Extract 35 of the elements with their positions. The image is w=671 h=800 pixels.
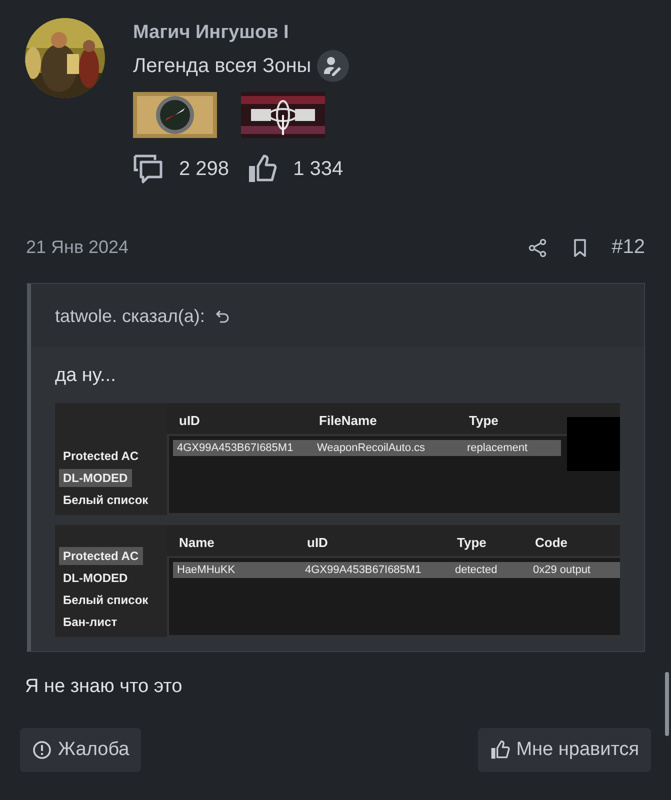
message-count: 2 298 [179, 158, 230, 180]
column-header: Type [457, 535, 488, 550]
menu-item[interactable]: Protected AC [59, 447, 143, 465]
column-header: uID [307, 535, 329, 550]
menu-item[interactable]: Белый список [59, 591, 152, 609]
thumbs-up-icon [247, 154, 278, 184]
share-icon[interactable] [528, 238, 548, 258]
column-header: Name [179, 535, 216, 550]
warning-icon [32, 740, 52, 760]
menu-item[interactable]: Protected AC [59, 547, 143, 565]
quote-author[interactable]: tatwole. сказал(а): [55, 306, 205, 327]
thumbs-up-icon [490, 740, 510, 760]
reply-arrow-icon[interactable] [214, 308, 231, 324]
post-text: Я не знаю что это [25, 676, 184, 698]
column-header: uID [179, 413, 201, 428]
table-row[interactable]: HaeMHuKK 4GX99A453B67I685M1 detected 0x29 output [173, 562, 620, 578]
column-header: FileName [319, 413, 378, 428]
column-header: Type [469, 413, 500, 428]
post-date[interactable]: 21 Янв 2024 [26, 237, 129, 258]
menu-item[interactable]: Бан-лист [59, 613, 122, 631]
report-button[interactable]: Жалоба [20, 728, 142, 772]
user-title: Легенда всея Зоны [133, 54, 312, 78]
column-header: Code [535, 535, 568, 550]
like-button[interactable]: Мне нравится [478, 728, 651, 772]
username[interactable]: Магич Ингушов I [133, 22, 362, 44]
menu-item[interactable]: Белый список [59, 491, 152, 509]
user-edit-icon[interactable] [317, 50, 350, 82]
messages-icon [133, 154, 163, 184]
quote-text: да ну... [55, 365, 117, 387]
table-row[interactable]: 4GX99A453B67I685M1 WeaponRecoilAuto.cs replacement [173, 440, 561, 456]
menu-item[interactable]: DL-MODED [59, 569, 132, 587]
post-number[interactable]: #12 [612, 236, 645, 259]
reaction-count: 1 334 [293, 158, 344, 180]
scrollbar-thumb[interactable] [665, 672, 669, 736]
menu-item[interactable]: DL-MODED [59, 469, 132, 487]
